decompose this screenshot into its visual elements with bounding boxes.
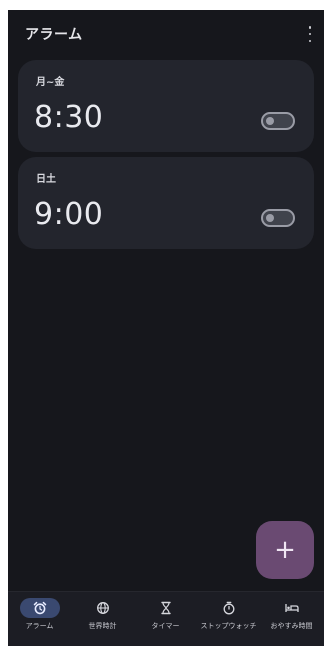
alarm-toggle[interactable] [261,112,295,130]
nav-item-timer[interactable]: タイマー [134,592,197,646]
toggle-thumb [266,117,274,125]
nav-label: おやすみ時間 [270,622,313,630]
page-title: アラーム [25,27,83,43]
globe-icon [83,598,123,618]
bed-icon [272,598,312,618]
alarm-time[interactable]: 8:30 [34,100,103,135]
alarm-card[interactable]: 月~金 8:30 [18,60,314,152]
alarm-time[interactable]: 9:00 [34,197,103,232]
nav-label: 世界時計 [88,622,117,630]
alarm-card[interactable]: 日土 9:00 [18,157,314,249]
alarm-days: 月~金 [36,77,65,88]
alarm-screen: アラーム 月~金 8:30 日土 9:00 + アラーム 世界時計 タイマー ス… [8,10,324,646]
app-bar: アラーム [8,10,324,56]
alarm-clock-icon [19,598,60,618]
toggle-thumb [266,214,274,222]
nav-item-world-clock[interactable]: 世界時計 [71,592,134,646]
stopwatch-icon [209,598,249,618]
bottom-navigation: アラーム 世界時計 タイマー ストップウォッチ おやすみ時間 [8,591,324,646]
more-options-icon[interactable] [306,26,314,42]
alarm-days: 日土 [36,174,56,185]
nav-item-alarm[interactable]: アラーム [8,592,71,646]
add-alarm-button[interactable]: + [256,521,314,579]
hourglass-icon [146,598,186,618]
nav-item-bedtime[interactable]: おやすみ時間 [260,592,323,646]
nav-item-stopwatch[interactable]: ストップウォッチ [197,592,260,646]
alarm-toggle[interactable] [261,209,295,227]
nav-label: タイマー [151,622,180,630]
nav-label: アラーム [25,622,54,630]
nav-label: ストップウォッチ [200,622,257,630]
